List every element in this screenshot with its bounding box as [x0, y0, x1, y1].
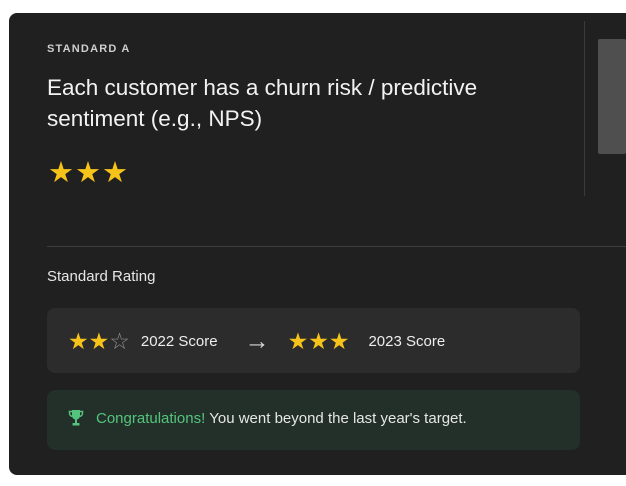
standard-header: STANDARD A Each customer has a churn ris…: [9, 13, 626, 248]
previous-stars-empty: ☆: [109, 328, 130, 354]
trophy-icon: [68, 410, 84, 426]
congratulations-banner: Congratulations! You went beyond the las…: [47, 390, 580, 450]
vertical-divider: [584, 21, 585, 196]
section-divider: [47, 246, 626, 247]
standard-title: Each customer has a churn risk / predict…: [47, 75, 478, 131]
score-comparison-panel: ★★☆ 2022 Score → ★★★ 2023 Score: [47, 308, 580, 373]
standard-eyebrow: STANDARD A: [47, 43, 131, 55]
standard-rating-label: Standard Rating: [47, 268, 156, 285]
previous-score-label: 2022 Score: [140, 332, 218, 350]
current-score-stars: ★★★: [287, 328, 350, 354]
congratulations-highlight: Congratulations!: [96, 409, 206, 427]
congratulations-message: You went beyond the last year's target.: [209, 409, 467, 427]
arrow-right-icon: →: [244, 327, 270, 355]
previous-score-stars: ★★☆: [68, 328, 130, 354]
previous-stars-filled: ★★: [68, 328, 110, 354]
congratulations-row: Congratulations! You went beyond the las…: [68, 409, 467, 427]
standard-star-rating: ★★★: [48, 157, 129, 189]
scrollbar-thumb[interactable]: [598, 39, 626, 154]
score-comparison-row: ★★☆ 2022 Score → ★★★ 2023 Score: [68, 327, 445, 355]
standard-card: STANDARD A Each customer has a churn ris…: [9, 13, 626, 475]
current-score-label: 2023 Score: [368, 332, 446, 350]
